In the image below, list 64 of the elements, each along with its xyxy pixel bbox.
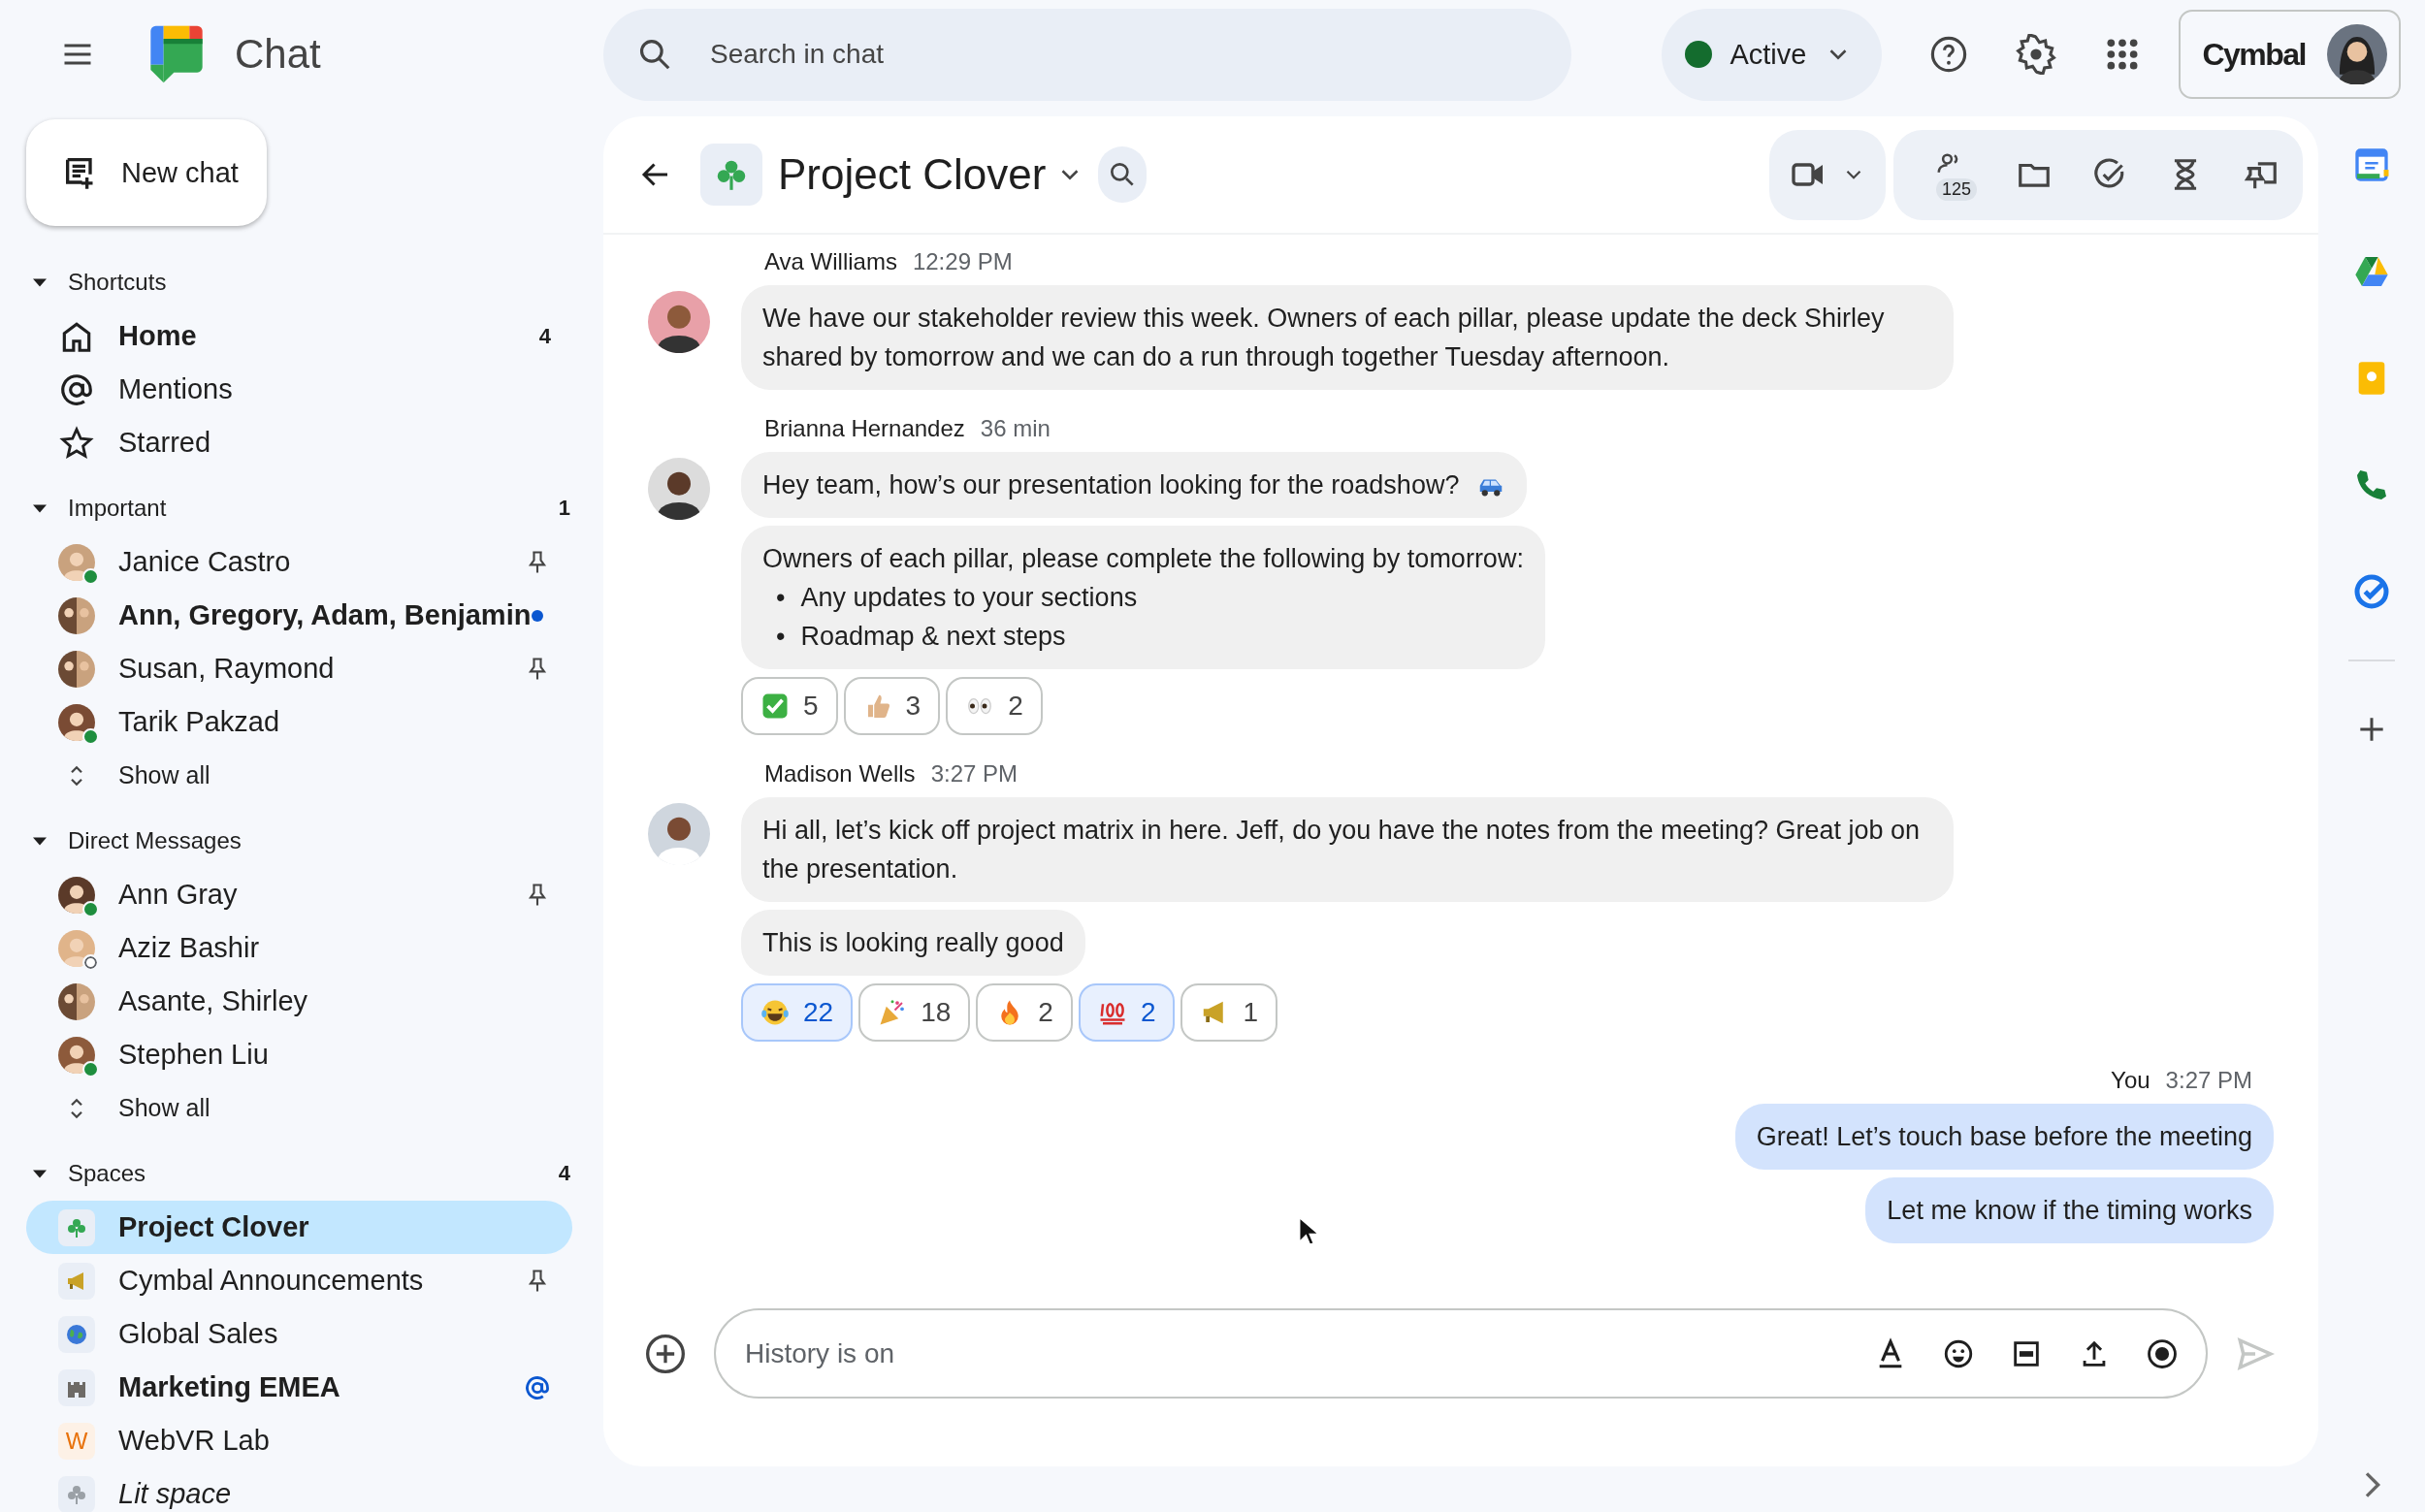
reaction-button[interactable]: 3: [843, 677, 941, 735]
show-all-button[interactable]: Show all: [26, 1081, 572, 1135]
reaction-button[interactable]: 2: [946, 677, 1043, 735]
sidebar-item[interactable]: Starred: [26, 416, 572, 469]
reaction-button[interactable]: 18: [858, 983, 971, 1042]
message-time: 36 min: [980, 415, 1051, 442]
show-all-button[interactable]: Show all: [26, 749, 572, 802]
message-field[interactable]: History is on: [714, 1308, 2208, 1399]
sidebar-item[interactable]: Asante, Shirley: [26, 975, 572, 1028]
reaction-button[interactable]: 22: [741, 983, 854, 1042]
sidebar-item[interactable]: Janice Castro: [26, 535, 572, 589]
sidebar-item[interactable]: Ann Gray: [26, 868, 572, 921]
space-title[interactable]: Project Clover: [778, 150, 1085, 199]
message-text: We have our stakeholder review this week. Owners of each pillar, please update the deck Shirley shared by tomorrow and we can do a run through together Tuesday afternoon.: [762, 304, 1885, 371]
space-initial: W: [58, 1422, 95, 1460]
bullet-mark: •: [776, 582, 786, 614]
new-chat-button[interactable]: New chat: [26, 119, 267, 226]
sidebar-item[interactable]: Stephen Liu: [26, 1028, 572, 1081]
message-text: Let me know if the timing works: [1887, 1196, 2252, 1225]
sidebar-item[interactable]: Susan, Raymond: [26, 642, 572, 695]
brand-logo: Cymbal: [2202, 36, 2306, 73]
reaction-button[interactable]: 1: [1180, 983, 1278, 1042]
message-text: Hey team, how’s our presentation looking for the roadshow?: [762, 470, 1460, 499]
unread-count: 4: [558, 1161, 570, 1186]
message-text: Hi all, let’s kick off project matrix in here. Jeff, do you have the notes from the meeting? Great job on the presentation.: [762, 816, 1921, 884]
members-button[interactable]: 125: [1922, 148, 1977, 201]
section-header[interactable]: Shortcuts: [33, 269, 167, 296]
reaction-button[interactable]: 5: [741, 677, 838, 735]
sender-name: Ava Williams: [764, 248, 897, 275]
sender-name: Brianna Hernandez: [764, 415, 965, 442]
status-dropdown[interactable]: Active: [1662, 8, 1883, 101]
reaction-button[interactable]: 2: [976, 983, 1073, 1042]
member-count: 125: [1935, 177, 1977, 201]
search-field[interactable]: Search in chat: [603, 8, 1571, 101]
sender-name: Madison Wells: [764, 760, 916, 788]
reaction-button[interactable]: 2: [1078, 983, 1176, 1042]
app-name: Chat: [235, 31, 321, 78]
message-text: Owners of each pillar, please complete the following by tomorrow:: [762, 544, 1524, 573]
sidebar-item[interactable]: Marketing EMEA: [26, 1361, 572, 1414]
sidebar-item[interactable]: Ann, Gregory, Adam, Benjamin: [26, 589, 572, 642]
bullet-mark: •: [776, 621, 786, 653]
sidebar-item[interactable]: Lit space: [26, 1467, 572, 1512]
unread-count: 4: [538, 323, 551, 349]
message-text: This is looking really good: [762, 928, 1064, 957]
sidebar-item[interactable]: Aziz Bashir: [26, 921, 572, 975]
unread-count: 1: [558, 496, 570, 521]
sidebar-item[interactable]: Tarik Pakzad: [26, 695, 572, 749]
sidebar-item[interactable]: Global Sales: [26, 1307, 572, 1361]
message-text: Great! Let’s touch base before the meeting: [1756, 1122, 2252, 1151]
sidebar-item[interactable]: Mentions: [26, 363, 572, 416]
sender-name: You: [2111, 1067, 2150, 1094]
section-header[interactable]: Important: [33, 495, 167, 522]
message-time: 3:27 PM: [2165, 1067, 2252, 1094]
message-time: 12:29 PM: [912, 248, 1013, 275]
list-item: Any updates to your sections: [800, 582, 1138, 614]
list-item: Roadmap & next steps: [800, 621, 1066, 653]
section-header[interactable]: Direct Messages: [33, 827, 242, 854]
sidebar-item[interactable]: W WebVR Lab: [26, 1414, 572, 1467]
sidebar-item[interactable]: Project Clover: [26, 1201, 572, 1254]
message-time: 3:27 PM: [930, 760, 1018, 788]
account-button[interactable]: Cymbal: [2179, 10, 2401, 99]
sidebar-item[interactable]: Cymbal Announcements: [26, 1254, 572, 1307]
sidebar-item[interactable]: Home 4: [26, 309, 572, 363]
section-header[interactable]: Spaces: [33, 1160, 146, 1187]
